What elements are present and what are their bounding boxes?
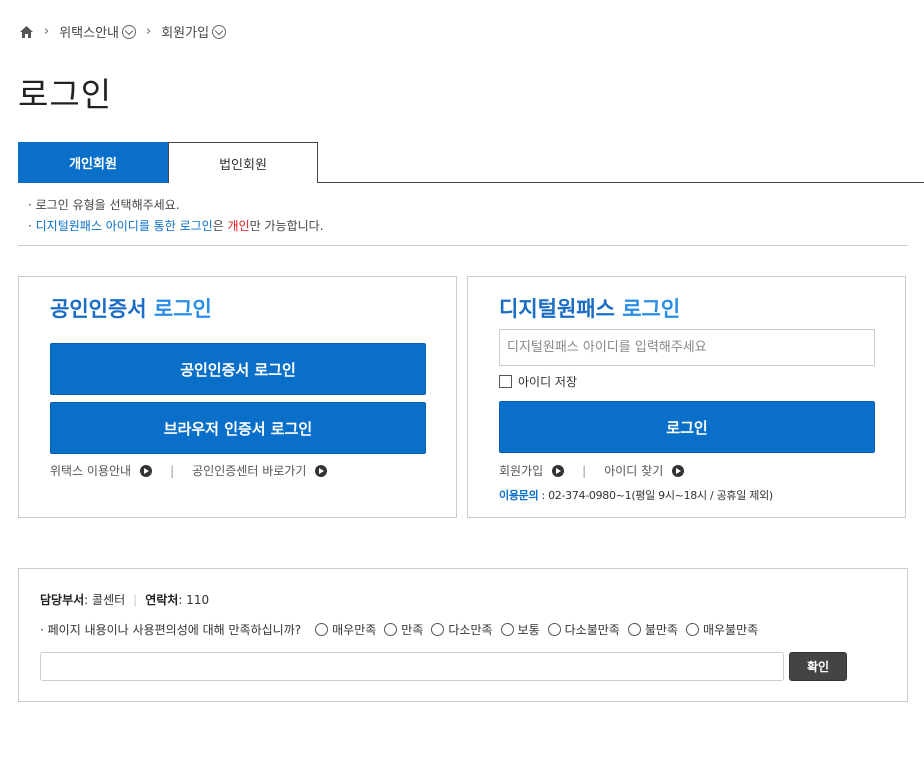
radio-circle[interactable] bbox=[431, 623, 445, 636]
tab-personal[interactable]: 개인회원 bbox=[18, 142, 168, 183]
cert-login-button[interactable]: 공인인증서 로그인 bbox=[50, 343, 426, 395]
divider: | bbox=[170, 463, 175, 478]
digitalpass-login-title: 디지털원패스 로그인 bbox=[499, 297, 681, 321]
cert-login-box: 공인인증서 로그인 공인인증서 로그인 브라우저 인증서 로그인 위택스 이용안… bbox=[18, 276, 457, 518]
radio-dissatisfied[interactable]: 불만족 bbox=[627, 621, 678, 638]
survey-question-row: · 페이지 내용이나 사용편의성에 대해 만족하십니까? 매우만족 만족 다소만… bbox=[40, 621, 766, 638]
play-circle-icon bbox=[552, 464, 565, 477]
digitalpass-id-input[interactable] bbox=[499, 329, 875, 366]
notice-line-1: · 로그인 유형을 선택해주세요. bbox=[28, 198, 180, 212]
chevron-right-icon: › bbox=[146, 24, 152, 39]
radio-circle[interactable] bbox=[315, 623, 329, 636]
chevron-right-icon: › bbox=[44, 24, 50, 39]
radio-circle[interactable] bbox=[685, 623, 699, 636]
cert-links: 위택스 이용안내 | 공인인증센터 바로가기 bbox=[50, 462, 328, 479]
divider: | bbox=[582, 463, 587, 478]
radio-somewhat-dissatisfied[interactable]: 다소불만족 bbox=[547, 621, 620, 638]
divider: | bbox=[133, 592, 138, 607]
radio-circle[interactable] bbox=[500, 623, 514, 636]
login-notice: · 로그인 유형을 선택해주세요. · 디지털원패스 아이디를 통한 로그인은 … bbox=[18, 183, 908, 246]
digitalpass-login-box: 디지털원패스 로그인 아이디 저장 로그인 회원가입 | 아이디 찾기 이용문의… bbox=[467, 276, 906, 518]
join-link[interactable]: 회원가입 bbox=[499, 462, 565, 479]
breadcrumb: › 위택스안내 › 회원가입 bbox=[19, 22, 227, 41]
radio-circle[interactable] bbox=[384, 623, 398, 636]
cert-center-link[interactable]: 공인인증센터 바로가기 bbox=[192, 462, 328, 479]
digitalpass-links: 회원가입 | 아이디 찾기 bbox=[499, 462, 685, 479]
notice-line-2: · 디지털원패스 아이디를 통한 로그인은 개인만 가능합니다. bbox=[28, 219, 324, 233]
chevron-down-icon[interactable] bbox=[212, 24, 227, 39]
radio-very-satisfied[interactable]: 매우만족 bbox=[315, 621, 376, 638]
radio-satisfied[interactable]: 만족 bbox=[384, 621, 423, 638]
survey-confirm-button[interactable]: 확인 bbox=[789, 652, 847, 681]
breadcrumb-item-join[interactable]: 회원가입 bbox=[161, 22, 227, 41]
radio-circle[interactable] bbox=[627, 623, 641, 636]
page-title: 로그인 bbox=[18, 75, 113, 114]
chevron-down-icon[interactable] bbox=[122, 24, 137, 39]
digitalpass-login-button[interactable]: 로그인 bbox=[499, 401, 875, 453]
survey-comment-input[interactable] bbox=[40, 652, 784, 681]
satisfaction-survey: 담당부서 : 콜센터 | 연락처 : 110 · 페이지 내용이나 사용편의성에… bbox=[18, 568, 908, 702]
wetax-guide-link[interactable]: 위택스 이용안내 bbox=[50, 462, 153, 479]
member-type-tabs: 개인회원 법인회원 bbox=[18, 142, 924, 183]
radio-somewhat-satisfied[interactable]: 다소만족 bbox=[431, 621, 493, 638]
radio-very-dissatisfied[interactable]: 매우불만족 bbox=[685, 621, 758, 638]
find-id-link[interactable]: 아이디 찾기 bbox=[604, 462, 685, 479]
cert-login-title: 공인인증서 로그인 bbox=[50, 297, 212, 321]
radio-neutral[interactable]: 보통 bbox=[500, 621, 540, 638]
play-circle-icon bbox=[672, 464, 685, 477]
save-id-checkbox[interactable] bbox=[499, 375, 512, 388]
survey-question: · 페이지 내용이나 사용편의성에 대해 만족하십니까? bbox=[40, 623, 302, 637]
play-circle-icon bbox=[140, 464, 153, 477]
play-circle-icon bbox=[315, 464, 328, 477]
browser-cert-login-button[interactable]: 브라우저 인증서 로그인 bbox=[50, 402, 426, 454]
save-id-toggle[interactable]: 아이디 저장 bbox=[499, 373, 577, 390]
department-info: 담당부서 : 콜센터 | 연락처 : 110 bbox=[40, 592, 210, 608]
breadcrumb-item-guide[interactable]: 위택스안내 bbox=[59, 22, 137, 41]
home-icon[interactable] bbox=[19, 25, 34, 39]
inquiry-contact: 이용문의 : 02-374-0980~1(평일 9시~18시 / 공휴일 제외) bbox=[499, 489, 773, 502]
radio-circle[interactable] bbox=[547, 623, 561, 636]
tab-corporate[interactable]: 법인회원 bbox=[168, 142, 318, 183]
